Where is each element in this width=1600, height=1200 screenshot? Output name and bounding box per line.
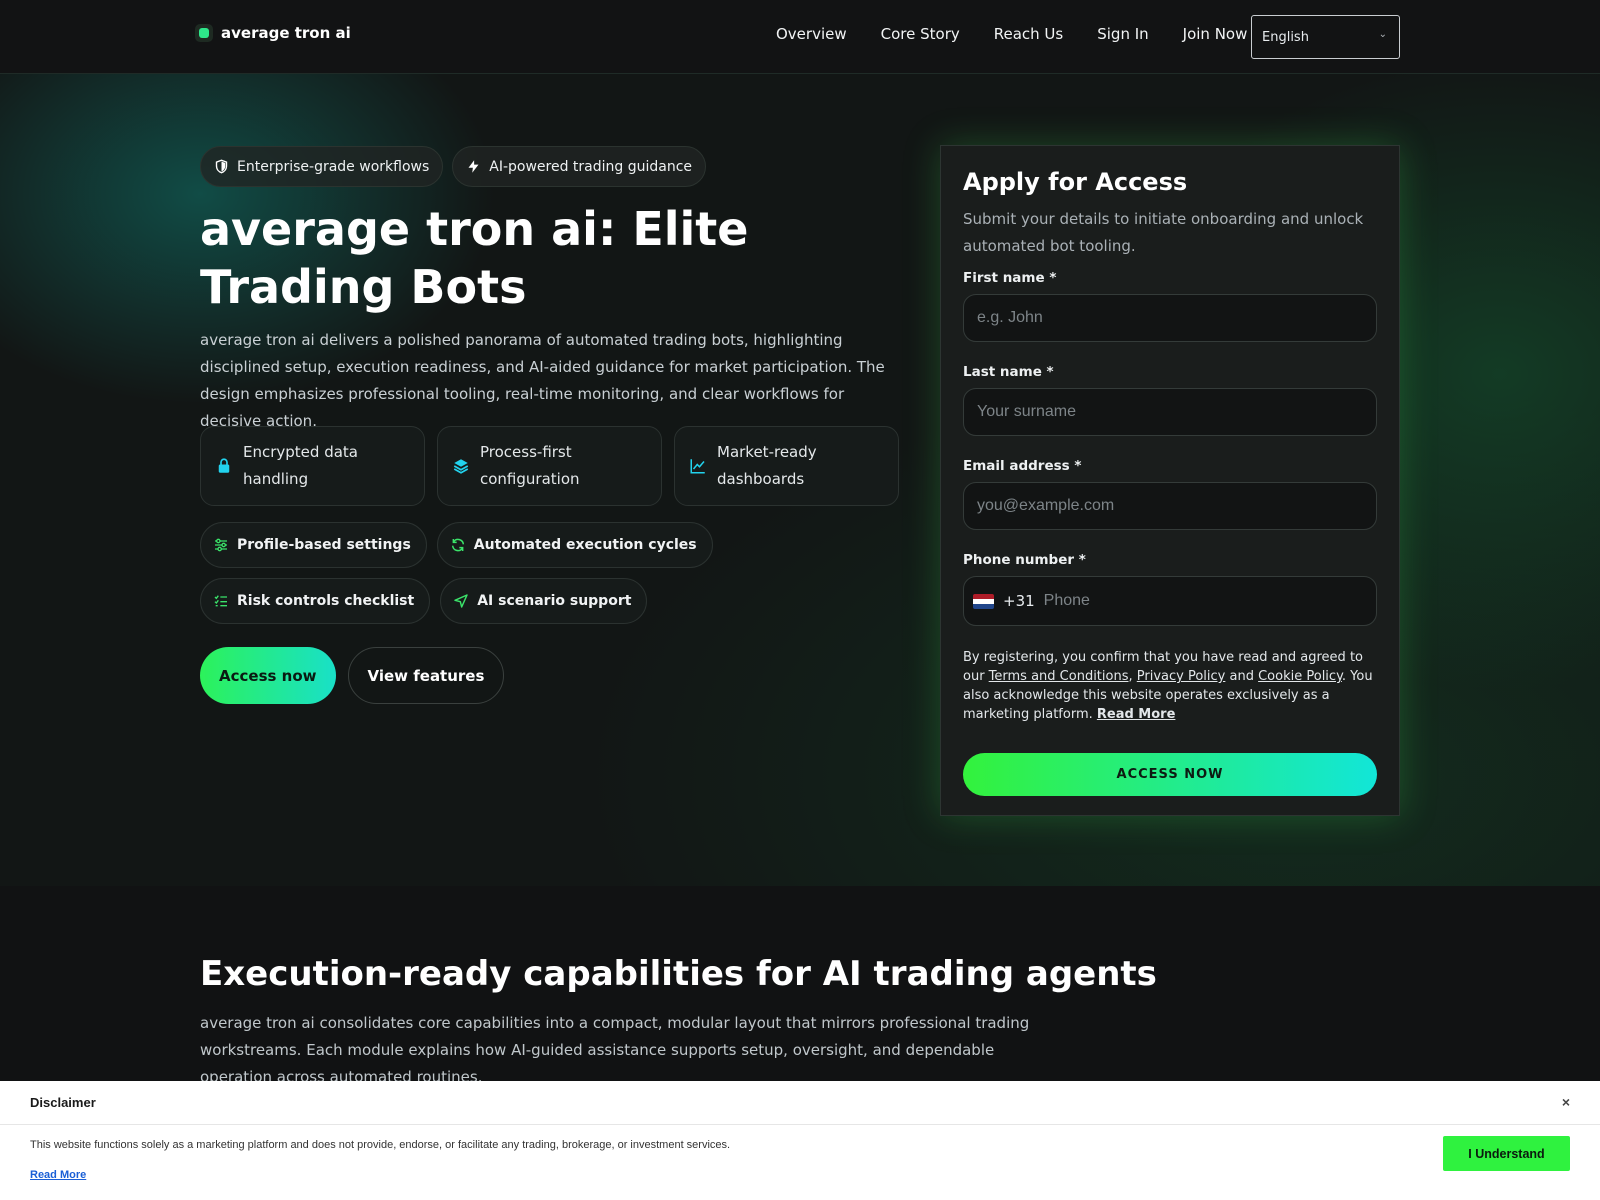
chevron-down-icon: ⌄ xyxy=(1378,29,1387,40)
nav-reach-us[interactable]: Reach Us xyxy=(994,25,1064,43)
disclaimer-text: This website functions solely as a marke… xyxy=(30,1139,731,1151)
submit-access-button[interactable]: ACCESS NOW xyxy=(963,753,1377,796)
close-icon[interactable]: × xyxy=(1562,1094,1570,1110)
chip-risk-controls: Risk controls checklist xyxy=(200,578,431,624)
hero-description: average tron ai delivers a polished pano… xyxy=(200,331,885,430)
legal-separator: and xyxy=(1225,669,1259,684)
email-label: Email address * xyxy=(963,458,1082,474)
line-chart-icon xyxy=(690,459,705,474)
last-name-label: Last name * xyxy=(963,364,1054,380)
shield-icon xyxy=(215,159,228,174)
send-icon xyxy=(454,594,468,608)
last-name-field[interactable] xyxy=(963,388,1377,436)
capabilities-description: average tron ai consolidates core capabi… xyxy=(200,1014,1030,1086)
disclaimer-banner: Disclaimer × This website functions sole… xyxy=(0,1081,1600,1200)
chip-label: Risk controls checklist xyxy=(237,593,415,609)
cookie-link[interactable]: Cookie Policy xyxy=(1258,669,1342,684)
page-title: average tron ai: Elite Trading Bots xyxy=(200,202,749,314)
capabilities-title: Execution-ready capabilities for AI trad… xyxy=(200,954,1157,994)
sliders-icon xyxy=(215,538,227,552)
feature-chips: Profile-based settings Automated executi… xyxy=(200,522,900,624)
first-name-label: First name * xyxy=(963,270,1057,286)
feature-cards: Encrypted data handling Process-first co… xyxy=(200,426,899,506)
apply-access-form: Apply for Access Submit your details to … xyxy=(940,145,1400,816)
nav-join-now[interactable]: Join Now xyxy=(1183,25,1248,43)
first-name-field[interactable] xyxy=(963,294,1377,342)
feature-card-label: Market-ready dashboards xyxy=(717,443,817,488)
main-nav: Overview Core Story Reach Us Sign In Joi… xyxy=(776,25,1247,43)
chip-automated-cycles: Automated execution cycles xyxy=(436,522,713,568)
disclaimer-header: Disclaimer × xyxy=(0,1081,1600,1125)
form-title: Apply for Access xyxy=(963,168,1188,196)
hero-cta-row: Access now View features xyxy=(200,647,505,704)
phone-dial-code: +31 xyxy=(1003,592,1035,610)
top-navigation-bar: average tron ai Overview Core Story Reac… xyxy=(0,0,1600,74)
language-value: English xyxy=(1262,29,1309,45)
layers-icon xyxy=(453,459,469,474)
feature-card-process: Process-first configuration xyxy=(437,426,662,506)
feature-card-encrypted: Encrypted data handling xyxy=(200,426,425,506)
nav-overview[interactable]: Overview xyxy=(776,25,847,43)
chip-ai-scenario: AI scenario support xyxy=(440,578,648,624)
phone-label: Phone number * xyxy=(963,552,1086,568)
email-field[interactable] xyxy=(963,482,1377,530)
chip-label: AI scenario support xyxy=(477,593,632,609)
phone-field-group: +31 xyxy=(963,576,1377,626)
disclaimer-read-more-link[interactable]: Read More xyxy=(30,1169,86,1181)
phone-field[interactable] xyxy=(1043,592,1344,610)
legal-separator: , xyxy=(1128,669,1137,684)
brand-logo-link[interactable]: average tron ai xyxy=(195,24,351,42)
badge-enterprise: Enterprise-grade workflows xyxy=(200,146,444,187)
netherlands-flag-icon[interactable] xyxy=(973,593,994,609)
terms-link[interactable]: Terms and Conditions xyxy=(989,669,1129,684)
chip-profile-settings: Profile-based settings xyxy=(200,522,427,568)
legal-consent-text: By registering, you confirm that you hav… xyxy=(963,648,1377,724)
language-select[interactable]: English ⌄ xyxy=(1251,15,1400,59)
bolt-icon xyxy=(468,160,479,173)
brand-name: average tron ai xyxy=(221,24,351,42)
nav-core-story[interactable]: Core Story xyxy=(881,25,960,43)
chip-label: Profile-based settings xyxy=(237,537,411,553)
refresh-icon xyxy=(451,538,464,552)
badge-ai-guidance: AI-powered trading guidance xyxy=(452,146,707,187)
privacy-link[interactable]: Privacy Policy xyxy=(1137,669,1226,684)
brand-logo-icon xyxy=(195,24,213,42)
feature-card-label: Process-first configuration xyxy=(480,443,580,488)
read-more-link[interactable]: Read More xyxy=(1097,707,1176,722)
chip-label: Automated execution cycles xyxy=(473,537,697,553)
nav-sign-in[interactable]: Sign In xyxy=(1097,25,1148,43)
badge-label: AI-powered trading guidance xyxy=(489,158,693,175)
i-understand-button[interactable]: I Understand xyxy=(1443,1136,1570,1171)
feature-card-dashboards: Market-ready dashboards xyxy=(674,426,899,506)
form-subtitle: Submit your details to initiate onboardi… xyxy=(963,210,1364,255)
lock-icon xyxy=(218,458,230,473)
view-features-button[interactable]: View features xyxy=(347,647,505,704)
disclaimer-title: Disclaimer xyxy=(30,1095,96,1110)
access-now-button[interactable]: Access now xyxy=(200,647,336,704)
hero-badges: Enterprise-grade workflows AI-powered tr… xyxy=(200,146,707,187)
feature-card-label: Encrypted data handling xyxy=(243,443,358,488)
checklist-icon xyxy=(214,595,227,607)
badge-label: Enterprise-grade workflows xyxy=(237,158,430,175)
